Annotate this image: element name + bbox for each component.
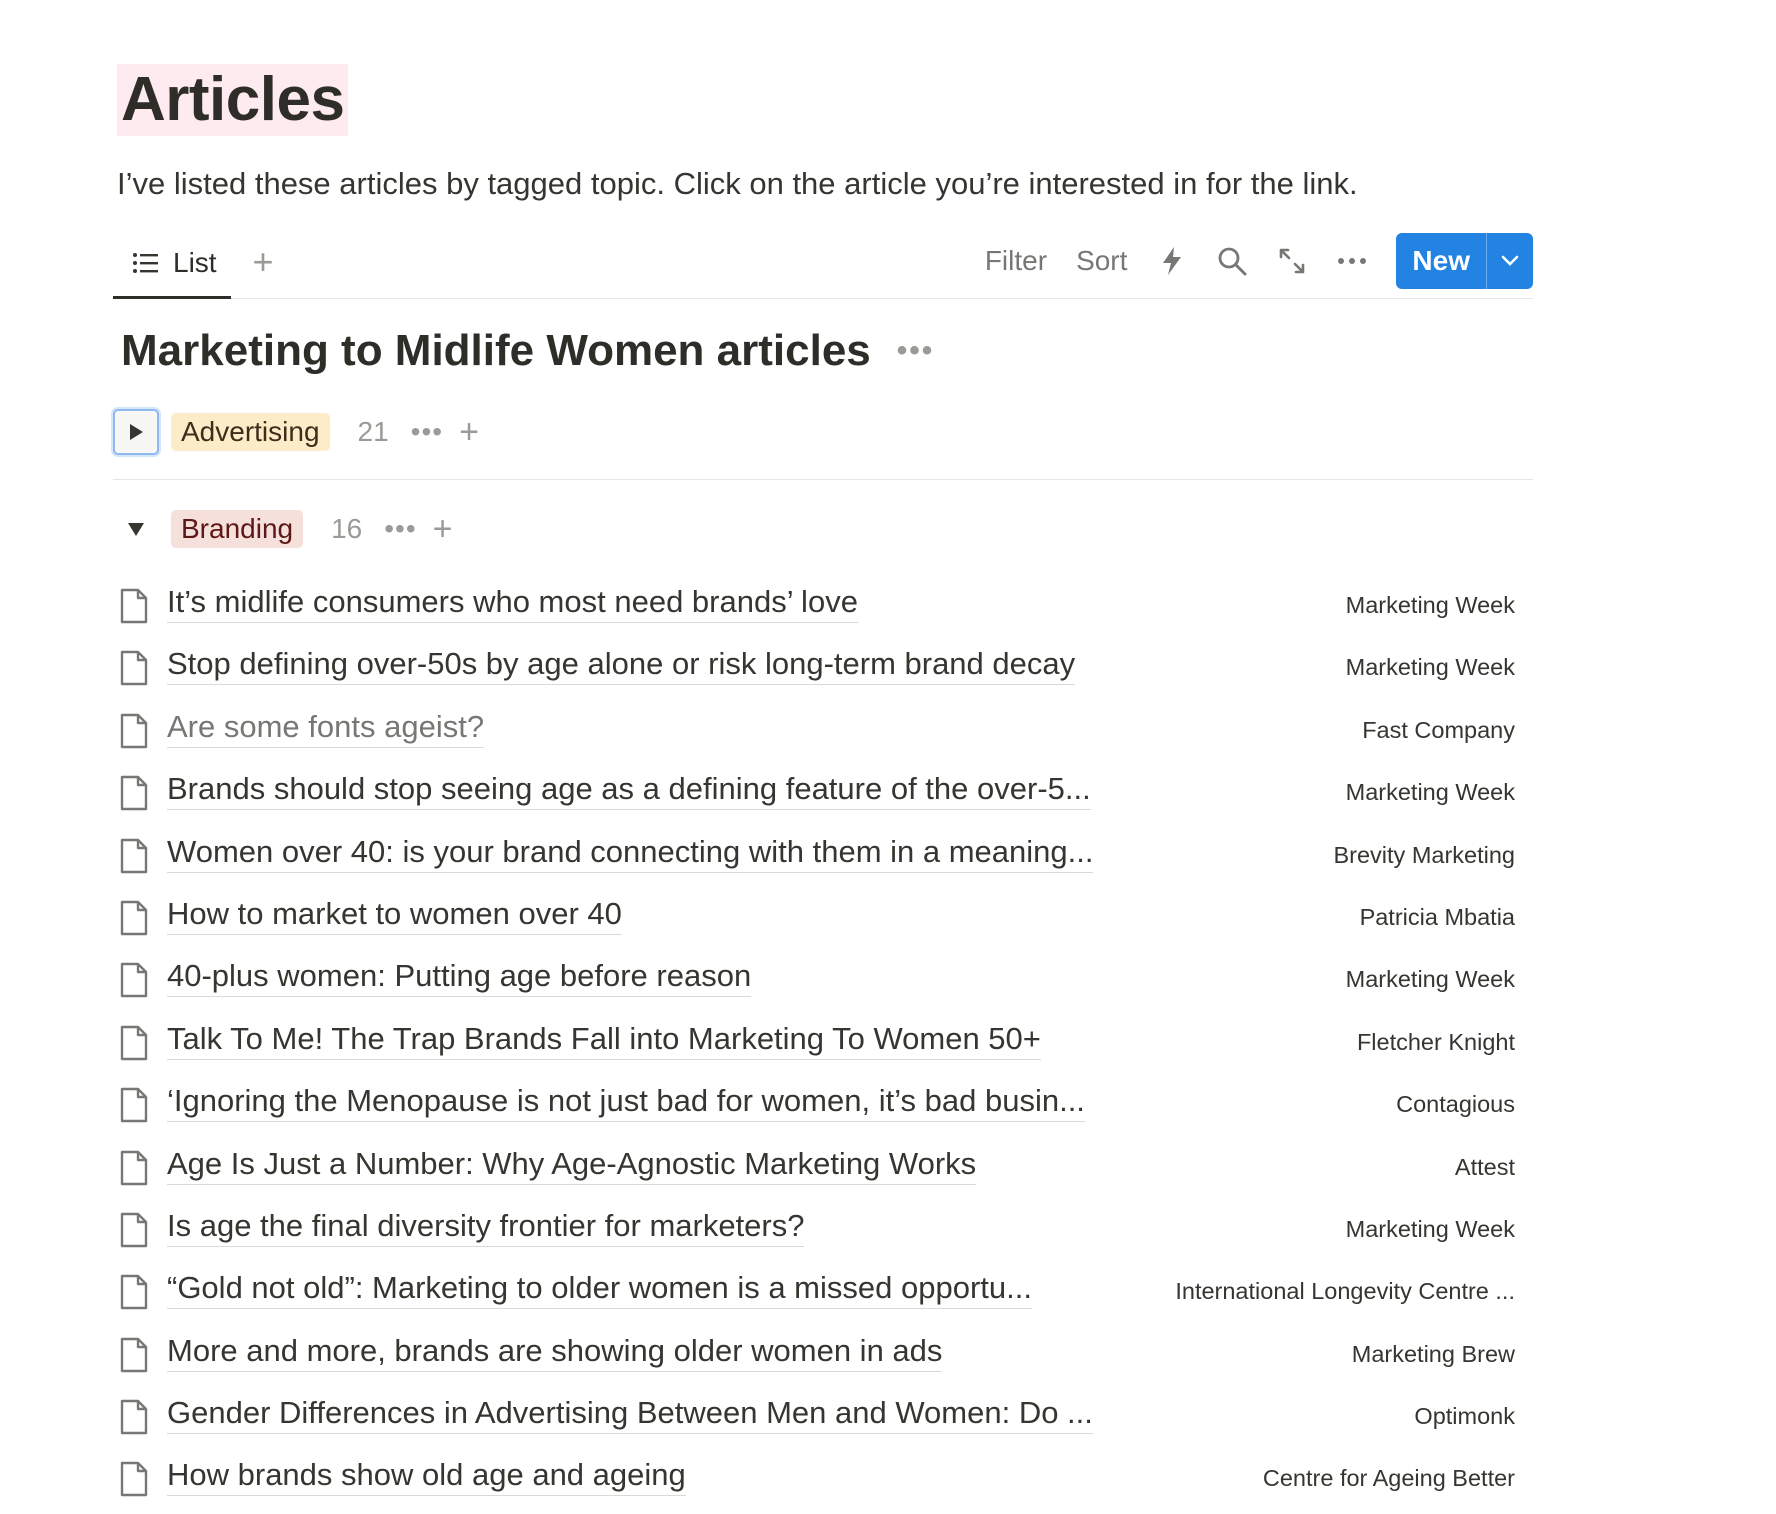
group-header-advertising: Advertising 21 ••• +	[113, 407, 479, 457]
group-toggle-expanded[interactable]	[113, 506, 159, 552]
article-source: Marketing Week	[1345, 779, 1515, 806]
group-divider	[113, 479, 1533, 480]
list-item[interactable]: How brands show old age and ageing Centr…	[113, 1451, 1533, 1513]
group-header-branding: Branding 16 ••• +	[113, 504, 453, 554]
article-source: Attest	[1454, 1153, 1515, 1180]
list-item[interactable]: Brands should stop seeing age as a defin…	[113, 765, 1533, 827]
toolbar-actions: Filter Sort New	[985, 232, 1533, 290]
page-document-icon	[120, 1150, 148, 1185]
list-item[interactable]: More and more, brands are showing older …	[113, 1327, 1533, 1389]
page-document-icon	[120, 1087, 148, 1123]
group-more-icon[interactable]: •••	[384, 513, 416, 545]
expand-icon[interactable]	[1276, 245, 1308, 277]
add-view-icon[interactable]: +	[243, 242, 283, 282]
page-document-icon	[120, 588, 148, 624]
article-source: Patricia Mbatia	[1359, 903, 1515, 930]
list-item[interactable]: Talk To Me! The Trap Brands Fall into Ma…	[113, 1015, 1533, 1077]
group-more-icon[interactable]: •••	[411, 416, 443, 448]
more-options-icon[interactable]	[1336, 245, 1368, 277]
tab-list-label: List	[173, 247, 217, 278]
article-source: Centre for Ageing Better	[1262, 1465, 1515, 1492]
article-title[interactable]: ‘Ignoring the Menopause is not just bad …	[167, 1083, 1085, 1123]
page-document-icon	[120, 651, 148, 686]
list-item[interactable]: ‘Ignoring the Menopause is not just bad …	[113, 1077, 1533, 1139]
article-title[interactable]: More and more, brands are showing older …	[167, 1333, 943, 1372]
article-source: Contagious	[1396, 1091, 1515, 1118]
page-document-icon	[120, 1462, 148, 1497]
article-source: Marketing Week	[1345, 1215, 1515, 1242]
sort-button[interactable]: Sort	[1076, 245, 1127, 277]
page-document-icon	[120, 1275, 148, 1310]
page-document-icon	[120, 1212, 148, 1248]
new-button[interactable]: New	[1396, 233, 1486, 289]
article-title[interactable]: Brands should stop seeing age as a defin…	[167, 771, 1091, 811]
tab-list[interactable]: List	[113, 230, 231, 299]
article-title[interactable]: “Gold not old”: Marketing to older women…	[167, 1270, 1032, 1310]
group-add-icon[interactable]: +	[459, 413, 479, 452]
page-document-icon	[120, 713, 148, 748]
article-title[interactable]: Gender Differences in Advertising Betwee…	[167, 1395, 1093, 1435]
article-title[interactable]: Are some fonts ageist?	[167, 709, 485, 748]
page-title[interactable]: Articles	[121, 66, 345, 134]
list-item[interactable]: It’s midlife consumers who most need bra…	[113, 578, 1533, 640]
article-title[interactable]: Women over 40: is your brand connecting …	[167, 834, 1094, 873]
group-count-advertising: 21	[357, 416, 389, 447]
group-tag-branding[interactable]: Branding	[171, 510, 304, 548]
article-source: Marketing Brew	[1351, 1340, 1515, 1367]
page-document-icon	[120, 900, 148, 936]
list-icon	[133, 253, 158, 273]
page-document-icon	[120, 775, 148, 811]
triangle-right-icon	[130, 424, 143, 440]
view-toolbar: List + Filter Sort New	[113, 230, 1533, 299]
article-source: Brevity Marketing	[1333, 841, 1515, 868]
article-source: Optimonk	[1414, 1403, 1515, 1430]
group-toggle-collapsed[interactable]	[113, 409, 159, 455]
article-source: International Longevity Centre ...	[1175, 1278, 1515, 1305]
page-document-icon	[120, 838, 148, 873]
automation-lightning-icon[interactable]	[1156, 245, 1188, 277]
search-icon[interactable]	[1216, 245, 1248, 277]
list-item[interactable]: Women over 40: is your brand connecting …	[113, 828, 1533, 890]
list-item[interactable]: Gender Differences in Advertising Betwee…	[113, 1389, 1533, 1451]
page-title-wrap: Articles	[117, 64, 349, 136]
new-button-group: New	[1396, 233, 1533, 289]
group-add-icon[interactable]: +	[433, 510, 453, 549]
page-document-icon	[120, 963, 148, 998]
page-document-icon	[120, 1399, 148, 1435]
group-count-branding: 16	[331, 513, 363, 544]
page-document-icon	[120, 1025, 148, 1060]
article-title[interactable]: Talk To Me! The Trap Brands Fall into Ma…	[167, 1021, 1041, 1060]
article-title[interactable]: Age Is Just a Number: Why Age-Agnostic M…	[167, 1146, 977, 1185]
filter-button[interactable]: Filter	[985, 245, 1047, 277]
list-item[interactable]: How to market to women over 40 Patricia …	[113, 890, 1533, 952]
group-tag-advertising[interactable]: Advertising	[171, 413, 330, 451]
article-title[interactable]: It’s midlife consumers who most need bra…	[167, 584, 858, 623]
article-title[interactable]: 40-plus women: Putting age before reason	[167, 958, 752, 998]
article-title[interactable]: How to market to women over 40	[167, 896, 622, 935]
article-title[interactable]: Stop defining over-50s by age alone or r…	[167, 646, 1076, 686]
article-title[interactable]: Is age the final diversity frontier for …	[167, 1208, 805, 1247]
article-list: It’s midlife consumers who most need bra…	[113, 578, 1533, 1514]
article-title[interactable]: How brands show old age and ageing	[167, 1457, 686, 1497]
article-source: Fletcher Knight	[1356, 1028, 1515, 1055]
page-description[interactable]: I’ve listed these articles by tagged top…	[117, 166, 1358, 202]
new-dropdown-chevron-down-icon[interactable]	[1486, 233, 1533, 289]
list-item[interactable]: 40-plus women: Putting age before reason…	[113, 952, 1533, 1014]
page-document-icon	[120, 1337, 148, 1372]
list-item[interactable]: “Gold not old”: Marketing to older women…	[113, 1264, 1533, 1326]
database-title[interactable]: Marketing to Midlife Women articles	[121, 326, 871, 376]
article-source: Marketing Week	[1345, 654, 1515, 681]
triangle-down-icon	[128, 523, 144, 536]
list-item[interactable]: Are some fonts ageist? Fast Company	[113, 703, 1533, 765]
list-item[interactable]: Is age the final diversity frontier for …	[113, 1202, 1533, 1264]
list-item[interactable]: Age Is Just a Number: Why Age-Agnostic M…	[113, 1140, 1533, 1202]
article-source: Fast Company	[1362, 716, 1515, 743]
list-item[interactable]: Stop defining over-50s by age alone or r…	[113, 640, 1533, 702]
database-more-icon[interactable]: •••	[897, 334, 935, 368]
article-source: Marketing Week	[1345, 966, 1515, 993]
database-title-row: Marketing to Midlife Women articles •••	[121, 326, 934, 376]
article-source: Marketing Week	[1345, 592, 1515, 618]
